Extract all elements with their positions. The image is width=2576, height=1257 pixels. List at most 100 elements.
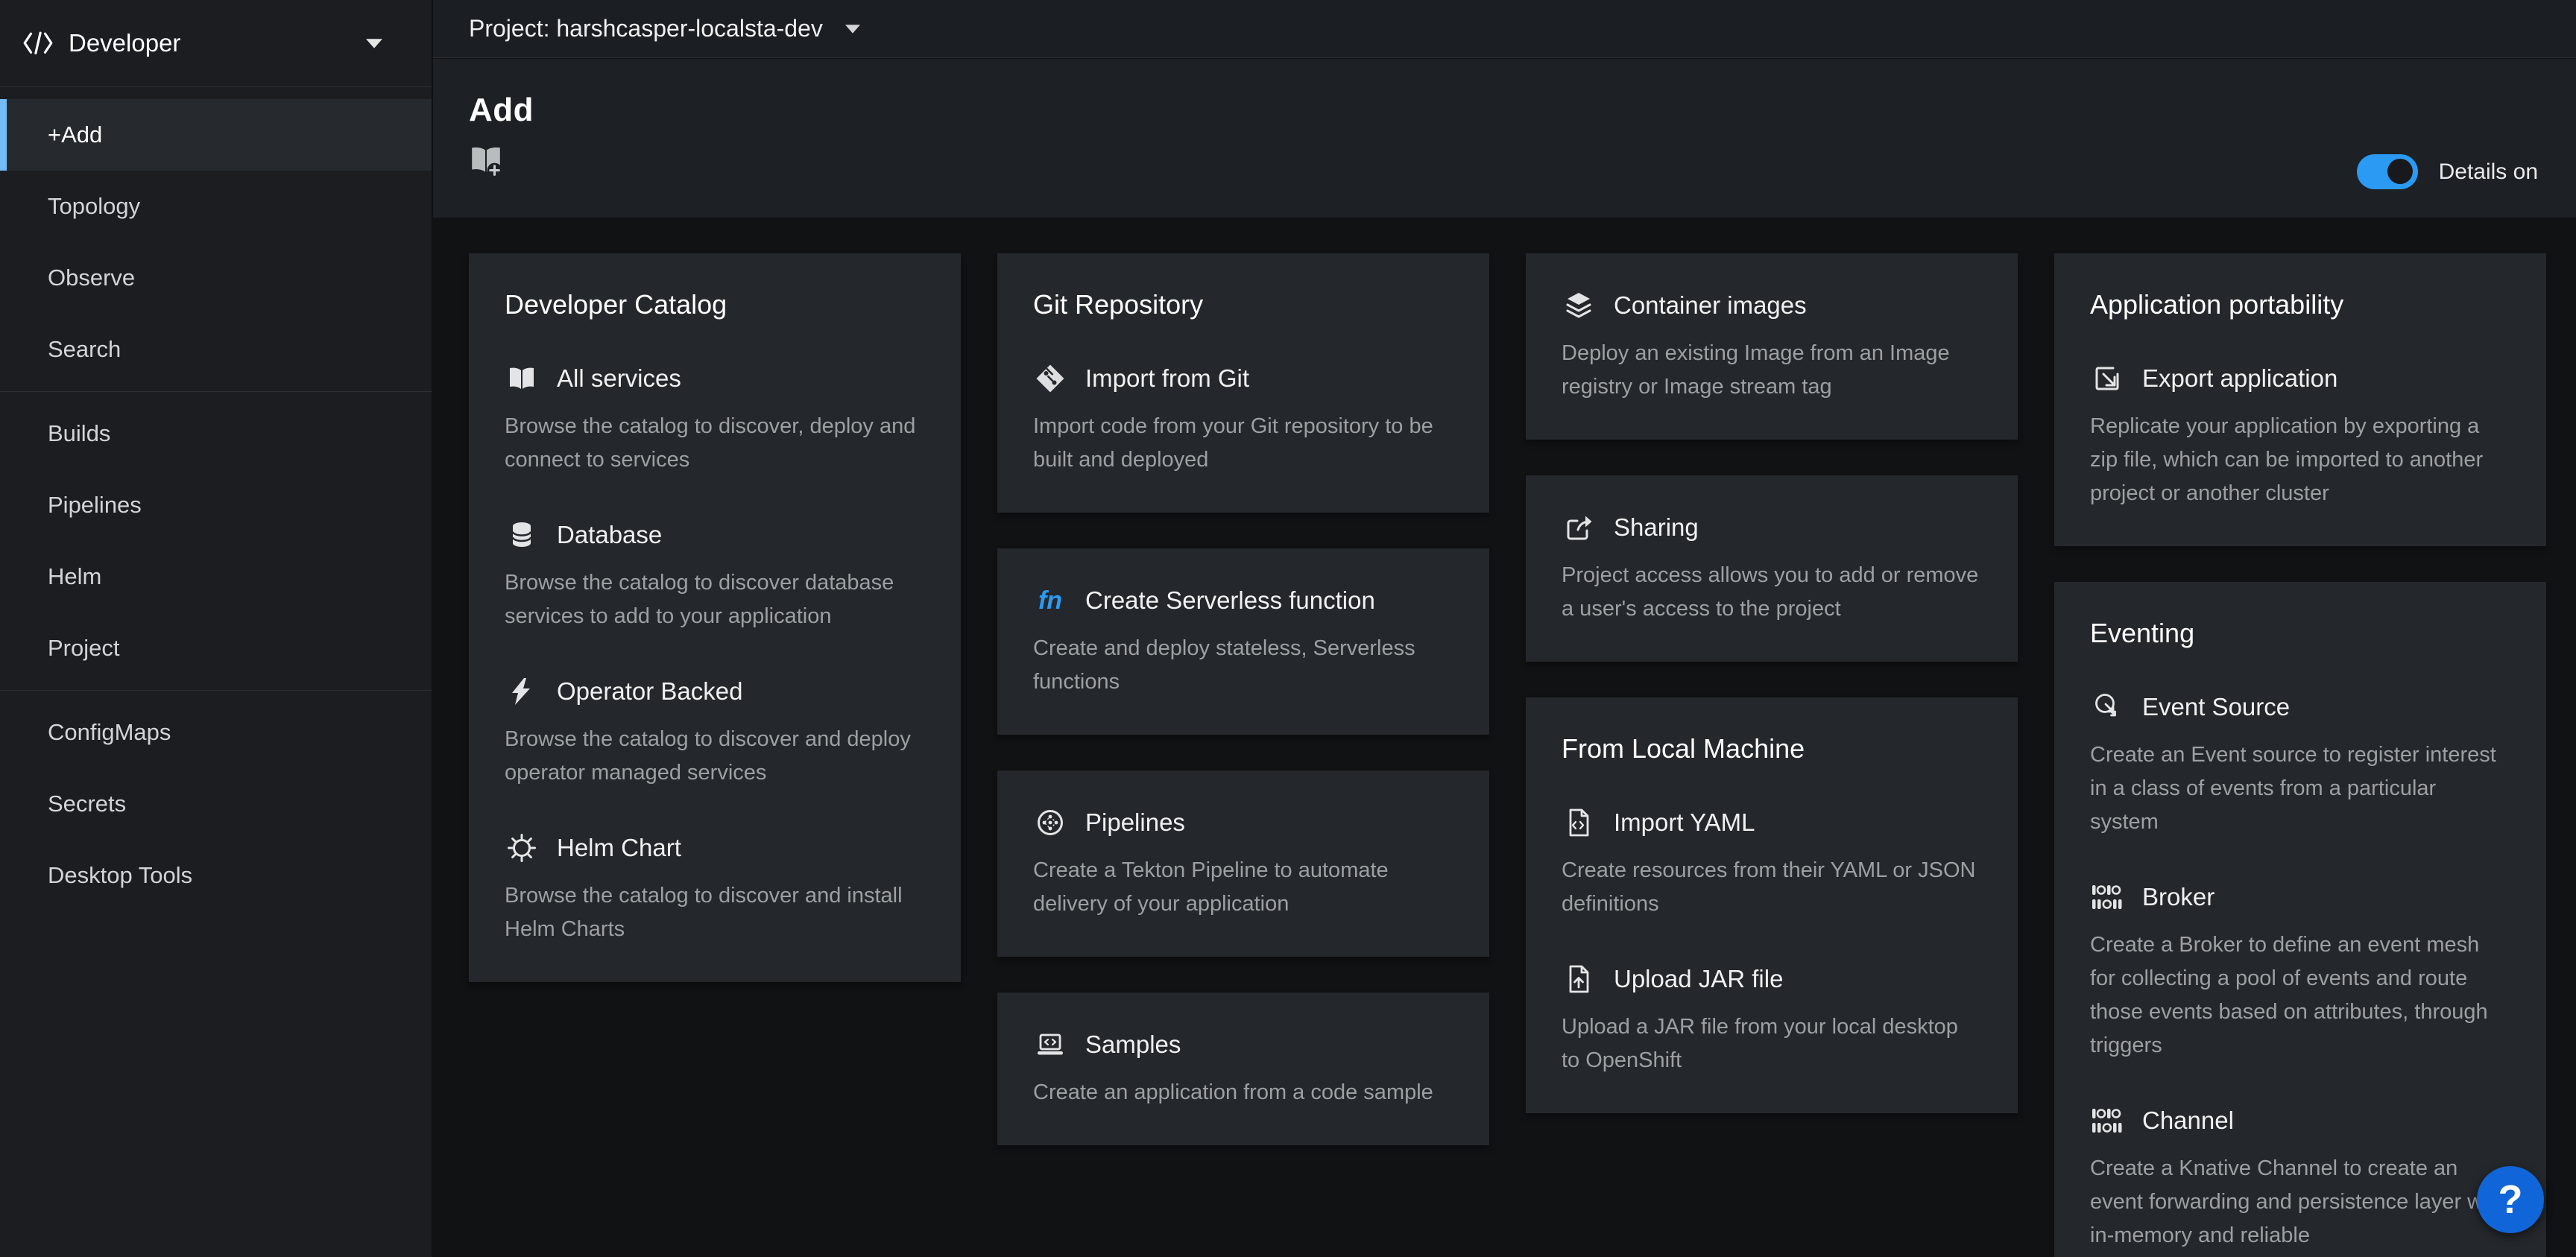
add-item-description: Create a Tekton Pipeline to automate del…	[1033, 854, 1453, 921]
add-item-link[interactable]: Sharing	[1562, 511, 1982, 544]
add-item: Operator Backed Browse the catalog to di…	[505, 675, 925, 790]
add-item-link[interactable]: Upload JAR file	[1562, 963, 1982, 995]
card-title: Developer Catalog	[505, 289, 925, 320]
add-item-description: Browse the catalog to discover, deploy a…	[505, 410, 925, 477]
event-source-icon	[2090, 691, 2124, 724]
add-item-link[interactable]: Import YAML	[1562, 806, 1982, 839]
code-icon	[22, 31, 54, 55]
details-toggle[interactable]	[2357, 154, 2418, 189]
sidebar-item-search[interactable]: Search	[0, 314, 432, 385]
add-item-link[interactable]: Container images	[1562, 289, 1982, 322]
share-icon	[1562, 511, 1596, 544]
add-item-title: Channel	[2142, 1106, 2234, 1135]
add-item-description: Create an application from a code sample	[1033, 1076, 1453, 1109]
add-item-link[interactable]: All services	[505, 362, 925, 395]
add-item-link[interactable]: fn Create Serverless function	[1033, 584, 1453, 617]
add-page-content: Developer Catalog All services Browse th…	[433, 218, 2576, 1257]
database-icon	[505, 519, 539, 551]
add-item: Upload JAR file Upload a JAR file from y…	[1562, 963, 1982, 1077]
card-column: Container images Deploy an existing Imag…	[1526, 253, 2018, 1113]
add-item-title: All services	[557, 364, 681, 393]
add-item: Export application Replicate your applic…	[2090, 362, 2510, 510]
add-card: Eventing Event Source Create an Event so…	[2054, 582, 2546, 1257]
sidebar-nav: +Add Topology Observe Search Builds Pipelines…	[0, 87, 432, 911]
sidebar-item-desktop-tools[interactable]: Desktop Tools	[0, 840, 432, 911]
sidebar: Developer +Add Topology Observe Search Build…	[0, 0, 432, 1257]
add-item-title: Import from Git	[1085, 364, 1249, 393]
add-card: From Local Machine Import YAML Create re…	[1526, 697, 2018, 1113]
add-item-link[interactable]: Helm Chart	[505, 832, 925, 864]
add-item: Sharing Project access allows you to add…	[1562, 511, 1982, 626]
sidebar-item-pipelines[interactable]: Pipelines	[0, 469, 432, 541]
topbar: Project: harshcasper-localsta-dev	[433, 0, 2576, 58]
add-item-description: Browse the catalog to discover and deplo…	[505, 723, 925, 790]
app-root: Developer +Add Topology Observe Search Build…	[0, 0, 2576, 1257]
add-item-title: Samples	[1085, 1030, 1181, 1059]
add-item-link[interactable]: Event Source	[2090, 691, 2510, 724]
add-item-title: Upload JAR file	[1614, 965, 1783, 993]
add-item-description: Project access allows you to add or remo…	[1562, 559, 1982, 626]
perspective-switcher[interactable]: Developer	[0, 0, 432, 87]
add-item: Database Browse the catalog to discover …	[505, 519, 925, 633]
add-item-link[interactable]: Import from Git	[1033, 362, 1453, 395]
export-icon	[2090, 362, 2124, 395]
project-selector-label: Project: harshcasper-localsta-dev	[469, 15, 823, 42]
add-item-link[interactable]: Broker	[2090, 881, 2510, 914]
sidebar-item-label: Project	[48, 635, 119, 662]
add-item-title: Helm Chart	[557, 834, 681, 862]
add-item: Helm Chart Browse the catalog to discove…	[505, 832, 925, 946]
samples-icon	[1033, 1028, 1067, 1061]
sidebar-item-label: Secrets	[48, 791, 126, 817]
add-item-description: Browse the catalog to discover database …	[505, 566, 925, 633]
add-item-title: Sharing	[1614, 513, 1699, 542]
sidebar-item-observe[interactable]: Observe	[0, 242, 432, 314]
quickstart-book-plus-icon[interactable]	[469, 144, 503, 177]
card-column: Git Repository Import from Git Import co…	[997, 253, 1489, 1145]
sidebar-item-label: Observe	[48, 265, 135, 291]
sidebar-item-topology[interactable]: Topology	[0, 171, 432, 242]
add-item-link[interactable]: Export application	[2090, 362, 2510, 395]
add-item: Event Source Create an Event source to r…	[2090, 691, 2510, 839]
add-card: Pipelines Create a Tekton Pipeline to au…	[997, 770, 1489, 957]
sidebar-item-label: Desktop Tools	[48, 862, 192, 889]
page-title: Add	[469, 92, 2540, 129]
sidebar-item-builds[interactable]: Builds	[0, 398, 432, 469]
card-title: Application portability	[2090, 289, 2510, 320]
add-item-link[interactable]: Database	[505, 519, 925, 551]
add-card: Developer Catalog All services Browse th…	[469, 253, 961, 982]
sidebar-item-label: Search	[48, 336, 121, 363]
card-column: Application portability Export applicati…	[2054, 253, 2546, 1257]
add-card: Git Repository Import from Git Import co…	[997, 253, 1489, 513]
caret-down-icon	[845, 25, 860, 34]
sidebar-item-configmaps[interactable]: ConfigMaps	[0, 697, 432, 768]
yaml-file-icon	[1562, 806, 1596, 839]
sidebar-item-label: Helm	[48, 563, 101, 590]
add-item-title: Event Source	[2142, 693, 2290, 721]
add-item: Pipelines Create a Tekton Pipeline to au…	[1033, 806, 1453, 921]
sidebar-item-label: Builds	[48, 420, 110, 447]
add-item-description: Upload a JAR file from your local deskto…	[1562, 1010, 1982, 1077]
sidebar-item-helm[interactable]: Helm	[0, 541, 432, 612]
helm-icon	[505, 832, 539, 864]
card-column: Developer Catalog All services Browse th…	[469, 253, 961, 982]
upload-file-icon	[1562, 963, 1596, 995]
project-selector[interactable]: Project: harshcasper-localsta-dev	[469, 15, 860, 42]
card-title: Git Repository	[1033, 289, 1453, 320]
details-toggle-group: Details on	[2357, 154, 2538, 189]
sidebar-item-project[interactable]: Project	[0, 612, 432, 684]
add-item: Samples Create an application from a cod…	[1033, 1028, 1453, 1109]
add-item-description: Create a Broker to define an event mesh …	[2090, 928, 2510, 1063]
channel-icon	[2090, 1104, 2124, 1137]
add-item-link[interactable]: Pipelines	[1033, 806, 1453, 839]
sidebar-item-label: Topology	[48, 193, 140, 220]
sidebar-item-secrets[interactable]: Secrets	[0, 768, 432, 840]
add-item-link[interactable]: Channel	[2090, 1104, 2510, 1137]
catalog-book-icon	[505, 362, 539, 395]
add-item: Import from Git Import code from your Gi…	[1033, 362, 1453, 477]
help-button[interactable]: ?	[2477, 1166, 2544, 1233]
add-item-link[interactable]: Operator Backed	[505, 675, 925, 708]
sidebar-item-add[interactable]: +Add	[0, 99, 432, 171]
layers-icon	[1562, 289, 1596, 322]
add-card: Sharing Project access allows you to add…	[1526, 475, 2018, 662]
add-item-link[interactable]: Samples	[1033, 1028, 1453, 1061]
